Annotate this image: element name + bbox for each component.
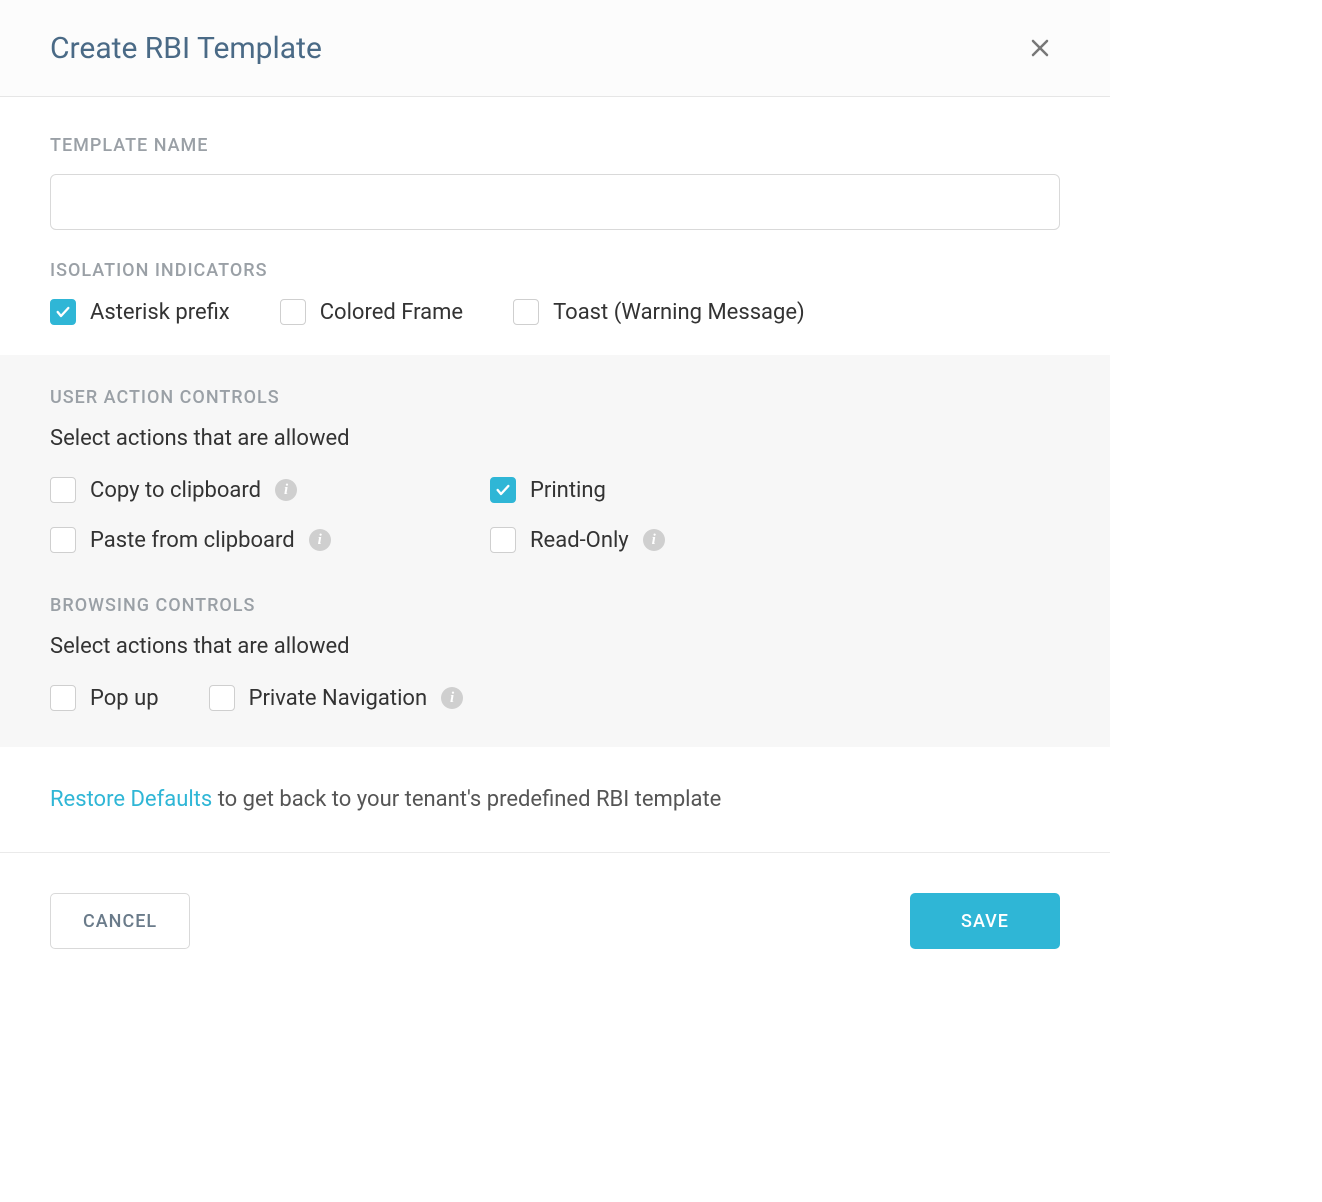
user-action-controls-heading: USER ACTION CONTROLS xyxy=(50,387,1060,408)
isolation-indicators-row: Asterisk prefix Colored Frame Toast (War… xyxy=(50,299,1060,325)
checkbox-copy-to-clipboard[interactable]: Copy to clipboard i xyxy=(50,477,450,503)
checkbox-printing[interactable]: Printing xyxy=(490,477,1060,503)
user-action-controls-grid: Copy to clipboard i Printing Paste from … xyxy=(50,477,1060,553)
template-name-input[interactable] xyxy=(50,174,1060,230)
checkbox-box xyxy=(513,299,539,325)
dialog-header: Create RBI Template xyxy=(0,0,1110,97)
checkbox-label: Pop up xyxy=(90,686,159,711)
checkbox-box xyxy=(280,299,306,325)
checkbox-paste-from-clipboard[interactable]: Paste from clipboard i xyxy=(50,527,450,553)
controls-group: USER ACTION CONTROLS Select actions that… xyxy=(0,355,1110,747)
save-button[interactable]: SAVE xyxy=(910,893,1060,949)
checkbox-asterisk-prefix[interactable]: Asterisk prefix xyxy=(50,299,230,325)
cancel-button[interactable]: CANCEL xyxy=(50,893,190,949)
checkbox-box xyxy=(50,527,76,553)
isolation-indicators-section: ISOLATION INDICATORS Asterisk prefix Col… xyxy=(0,250,1110,355)
checkbox-label: Colored Frame xyxy=(320,300,463,325)
browsing-controls-subtext: Select actions that are allowed xyxy=(50,634,1060,659)
checkbox-read-only[interactable]: Read-Only i xyxy=(490,527,1060,553)
close-icon xyxy=(1028,36,1052,60)
checkbox-label: Copy to clipboard xyxy=(90,478,261,503)
info-icon[interactable]: i xyxy=(275,479,297,501)
check-icon xyxy=(55,304,71,320)
template-name-section: TEMPLATE NAME xyxy=(0,97,1110,250)
checkbox-label: Private Navigation xyxy=(249,686,428,711)
restore-defaults-link[interactable]: Restore Defaults xyxy=(50,787,212,812)
checkbox-box xyxy=(490,527,516,553)
checkbox-box xyxy=(209,685,235,711)
restore-defaults-text: to get back to your tenant's predefined … xyxy=(212,787,721,812)
create-rbi-template-dialog: Create RBI Template TEMPLATE NAME ISOLAT… xyxy=(0,0,1110,989)
checkbox-label: Asterisk prefix xyxy=(90,300,230,325)
checkbox-label: Read-Only xyxy=(530,528,629,553)
browsing-controls-row: Pop up Private Navigation i xyxy=(50,685,1060,711)
info-icon[interactable]: i xyxy=(643,529,665,551)
template-name-heading: TEMPLATE NAME xyxy=(50,135,1060,156)
info-icon[interactable]: i xyxy=(441,687,463,709)
dialog-title: Create RBI Template xyxy=(50,31,322,66)
checkbox-label: Printing xyxy=(530,478,606,503)
browsing-controls-heading: BROWSING CONTROLS xyxy=(50,595,1060,616)
checkbox-pop-up[interactable]: Pop up xyxy=(50,685,159,711)
checkbox-box xyxy=(50,299,76,325)
restore-defaults-section: Restore Defaults to get back to your ten… xyxy=(0,747,1110,852)
dialog-footer: CANCEL SAVE xyxy=(0,852,1110,989)
check-icon xyxy=(495,482,511,498)
checkbox-box xyxy=(490,477,516,503)
info-icon[interactable]: i xyxy=(309,529,331,551)
checkbox-box xyxy=(50,477,76,503)
user-action-controls-subtext: Select actions that are allowed xyxy=(50,426,1060,451)
isolation-indicators-heading: ISOLATION INDICATORS xyxy=(50,260,1060,281)
checkbox-colored-frame[interactable]: Colored Frame xyxy=(280,299,463,325)
checkbox-box xyxy=(50,685,76,711)
checkbox-private-navigation[interactable]: Private Navigation i xyxy=(209,685,464,711)
checkbox-label: Toast (Warning Message) xyxy=(553,300,805,325)
checkbox-label: Paste from clipboard xyxy=(90,528,295,553)
close-button[interactable] xyxy=(1020,28,1060,68)
checkbox-toast-warning[interactable]: Toast (Warning Message) xyxy=(513,299,805,325)
